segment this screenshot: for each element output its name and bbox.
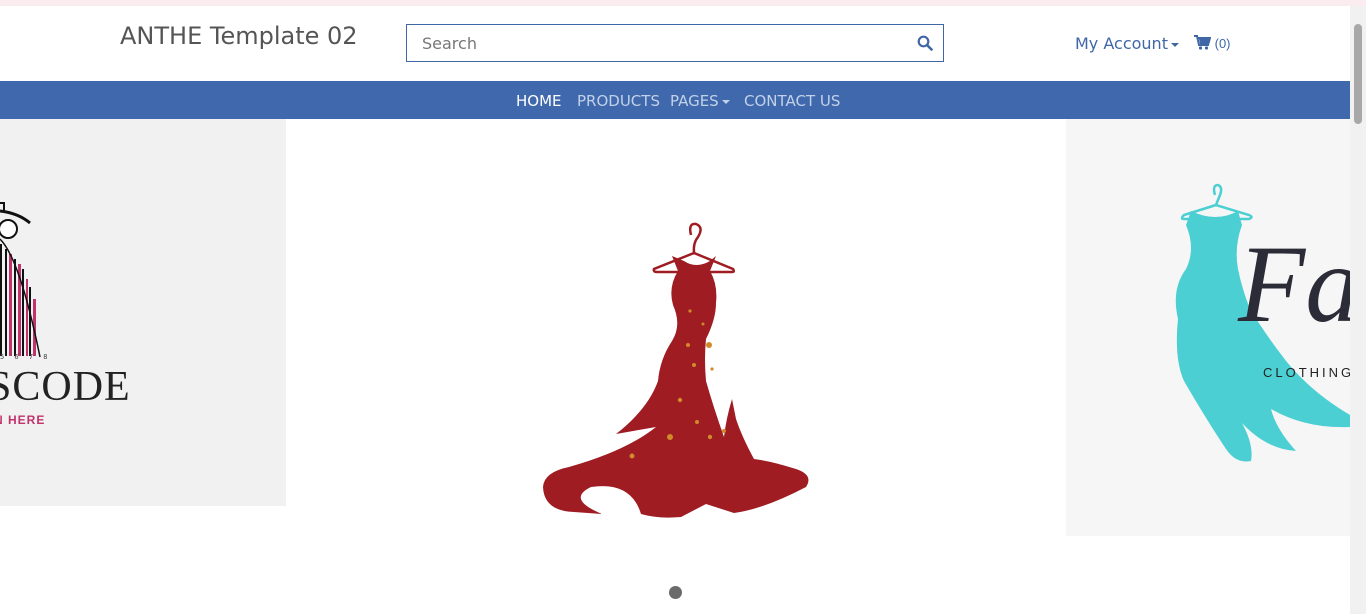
nav-item-home[interactable]: HOME — [516, 92, 562, 110]
carousel-slide-teal-dress[interactable]: Fa CLOTHING — [1066, 119, 1350, 536]
barcode-dress-icon — [0, 202, 41, 358]
slide-logo-text: SCODE — [0, 364, 131, 410]
red-dress-icon — [543, 222, 809, 518]
carousel-slide-red-dress[interactable] — [286, 119, 1066, 549]
my-account-label: My Account — [1075, 34, 1168, 53]
site-brand[interactable]: ANTHE Template 02 — [120, 22, 358, 50]
slide-logo-subtext: N HERE — [0, 413, 46, 427]
carousel-slide-barcode-logo[interactable]: 5 6 7 8 SCODE N HERE — [0, 119, 286, 506]
search-box — [406, 24, 944, 62]
nav-item-products[interactable]: PRODUCTS — [577, 92, 660, 110]
nav-item-contact-us[interactable]: CONTACT US — [744, 92, 840, 110]
cart-button[interactable]: (0) — [1194, 35, 1231, 51]
slide-logo-text: Fa — [1238, 223, 1350, 345]
main-nav: HOME PRODUCTS PAGES CONTACT US — [0, 81, 1350, 119]
nav-item-pages[interactable]: PAGES — [670, 92, 730, 110]
cart-count: (0) — [1214, 36, 1231, 51]
cart-icon — [1194, 35, 1215, 51]
slide-logo-subtext: CLOTHING — [1263, 365, 1350, 380]
nav-item-pages-label: PAGES — [670, 92, 719, 110]
my-account-menu[interactable]: My Account — [1075, 34, 1179, 53]
scrollbar[interactable] — [1350, 6, 1366, 614]
barcode-digits: 5 6 7 8 — [0, 353, 51, 361]
search-input[interactable] — [407, 25, 922, 61]
search-icon[interactable] — [917, 35, 933, 51]
carousel-indicator[interactable] — [669, 586, 682, 599]
chevron-down-icon — [721, 99, 730, 104]
scrollbar-thumb[interactable] — [1354, 24, 1362, 124]
header: ANTHE Template 02 My Account (0) — [0, 6, 1350, 81]
chevron-down-icon — [1170, 42, 1179, 47]
